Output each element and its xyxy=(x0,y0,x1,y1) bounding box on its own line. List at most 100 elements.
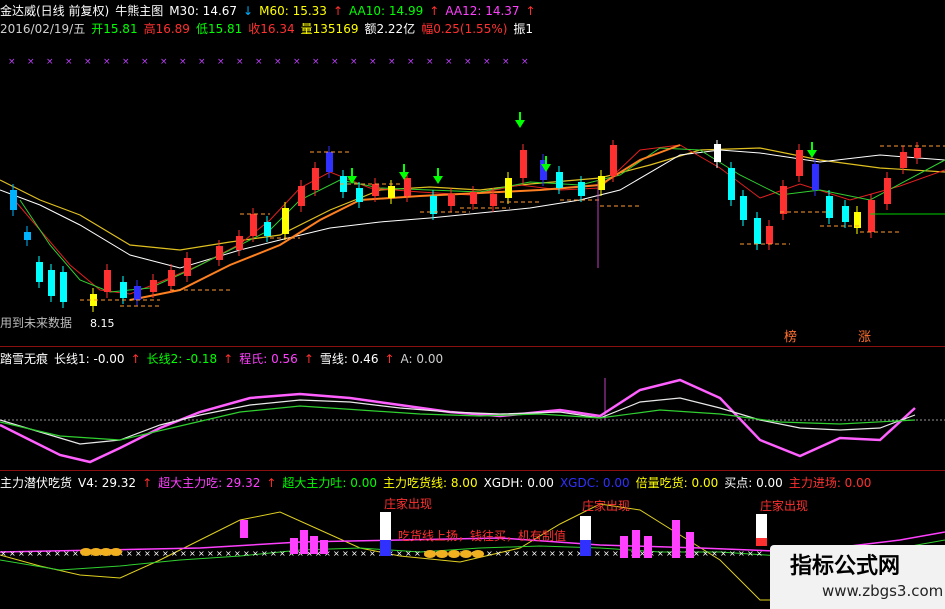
indicator2-x-marker: × xyxy=(756,549,763,558)
indicator2-x-marker: × xyxy=(666,549,673,558)
indicator2-x-marker: × xyxy=(45,549,52,558)
indicator2-x-marker: × xyxy=(612,549,619,558)
candle-body xyxy=(868,200,875,232)
header2-item: 低15.81 xyxy=(195,22,243,36)
marker-x: × xyxy=(27,57,35,67)
indicator2-x-marker: × xyxy=(135,549,142,558)
indicator2-x-marker: × xyxy=(342,549,349,558)
indicator2-x-marker: × xyxy=(9,549,16,558)
marker-x: × xyxy=(293,57,301,67)
header2-item: 收16.34 xyxy=(248,22,295,36)
candle-body xyxy=(236,236,243,250)
marker-x: × xyxy=(198,57,206,67)
header1-item: 牛熊主图 xyxy=(115,4,164,18)
zhuangjia-tag-2: 庄家出现 xyxy=(582,499,631,513)
indicator2-x-marker: × xyxy=(729,549,736,558)
marker-x: × xyxy=(369,57,377,67)
indicator1-white xyxy=(0,397,916,445)
indicator2-header: 主力潜伏吃货 V4: 29.32 ↑ 超大主力吃: 29.32 ↑ 超大主力吐: 0.00… xyxy=(0,474,871,491)
marker-x: × xyxy=(255,57,263,67)
candle-body xyxy=(780,186,787,214)
marker-x: × xyxy=(464,57,472,67)
indicator2-x-marker: × xyxy=(558,549,565,558)
indicator2-x-marker: × xyxy=(171,549,178,558)
header2-item: 开15.81 xyxy=(91,22,138,36)
indicator2-bar xyxy=(686,532,694,558)
indicator2-item: V4: 29.32 xyxy=(78,475,137,490)
bang-label: 榜 xyxy=(784,330,798,345)
marker-x: × xyxy=(236,57,244,67)
indicator2-x-marker: × xyxy=(27,549,34,558)
candle-body xyxy=(796,150,803,176)
indicator2-x-marker: × xyxy=(54,549,61,558)
indicator1-pink xyxy=(0,378,916,464)
marker-x: × xyxy=(407,57,415,67)
indicator2-x-marker: × xyxy=(261,549,268,558)
candle-body xyxy=(490,194,497,206)
candle-body xyxy=(900,152,907,168)
indicator2-bar xyxy=(300,530,308,554)
candle-body xyxy=(388,186,395,198)
indicator2-x-marker: × xyxy=(504,549,511,558)
indicator2-orange-dot xyxy=(448,550,460,558)
marker-x: × xyxy=(312,57,320,67)
indicator2-item: 倍量吃货: 0.00 xyxy=(635,476,719,490)
header2-item: 额2.22亿 xyxy=(364,22,416,36)
indicator2-x-marker: × xyxy=(414,549,421,558)
marker-x: × xyxy=(426,57,434,67)
indicator2-bar xyxy=(672,520,680,558)
candle-body xyxy=(914,148,921,158)
indicator2-block xyxy=(380,512,391,540)
buy-arrow-marker xyxy=(433,176,443,184)
buy-arrow-marker xyxy=(807,150,817,158)
marker-x: × xyxy=(179,57,187,67)
marker-x: × xyxy=(141,57,149,67)
header2-item: 量135169 xyxy=(300,22,359,36)
indicator1-item: 踏雪无痕 xyxy=(0,352,49,366)
indicator2-block xyxy=(756,514,767,538)
candle-body xyxy=(312,168,319,190)
indicator2-x-marker: × xyxy=(270,549,277,558)
indicator2-x-marker: × xyxy=(234,549,241,558)
candle-body xyxy=(430,196,437,214)
indicator2-item: 超大主力吃: 29.32 xyxy=(158,476,261,490)
marker-x: × xyxy=(350,57,358,67)
marker-x: × xyxy=(103,57,111,67)
candle-body xyxy=(264,222,271,236)
indicator2-x-marker: × xyxy=(216,549,223,558)
candle-body xyxy=(842,206,849,222)
indicator2-x-marker: × xyxy=(144,549,151,558)
buy-arrow-marker xyxy=(515,120,525,128)
header1-item: ↓ xyxy=(243,3,254,18)
indicator2-x-marker: × xyxy=(396,549,403,558)
indicator2-bar xyxy=(290,538,298,554)
candle-body xyxy=(216,246,223,260)
candle-body xyxy=(372,184,379,196)
candle-body xyxy=(36,262,43,282)
header1-item: 金达威(日线 前复权) xyxy=(0,4,110,18)
candle-body xyxy=(598,176,605,190)
indicator2-block xyxy=(580,516,591,540)
header2-item: 幅0.25(1.55%) xyxy=(421,22,508,36)
indicator2-bar xyxy=(632,530,640,558)
indicator2-x-marker: × xyxy=(522,549,529,558)
indicator2-orange-dot xyxy=(424,550,436,558)
indicator2-x-marker: × xyxy=(486,549,493,558)
indicator2-item: ↑ xyxy=(266,475,277,490)
indicator2-item: 主力吃货线: 8.00 xyxy=(383,476,478,490)
indicator2-x-marker: × xyxy=(36,549,43,558)
candle-body xyxy=(754,218,761,244)
candle-body xyxy=(578,182,585,196)
indicator2-item: 主力潜伏吃货 xyxy=(0,476,73,490)
header1-item: AA10: 14.99 xyxy=(349,3,424,18)
marker-x: × xyxy=(8,57,16,67)
indicator2-block xyxy=(580,540,591,556)
marker-x: × xyxy=(84,57,92,67)
indicator2-x-marker: × xyxy=(603,549,610,558)
indicator2-orange-dot xyxy=(436,550,448,558)
indicator2-x-marker: × xyxy=(207,549,214,558)
indicator1-item: 长线1: -0.00 xyxy=(54,352,125,366)
indicator2-x-marker: × xyxy=(657,549,664,558)
indicator2-x-marker: × xyxy=(279,549,286,558)
indicator2-x-marker: × xyxy=(594,549,601,558)
